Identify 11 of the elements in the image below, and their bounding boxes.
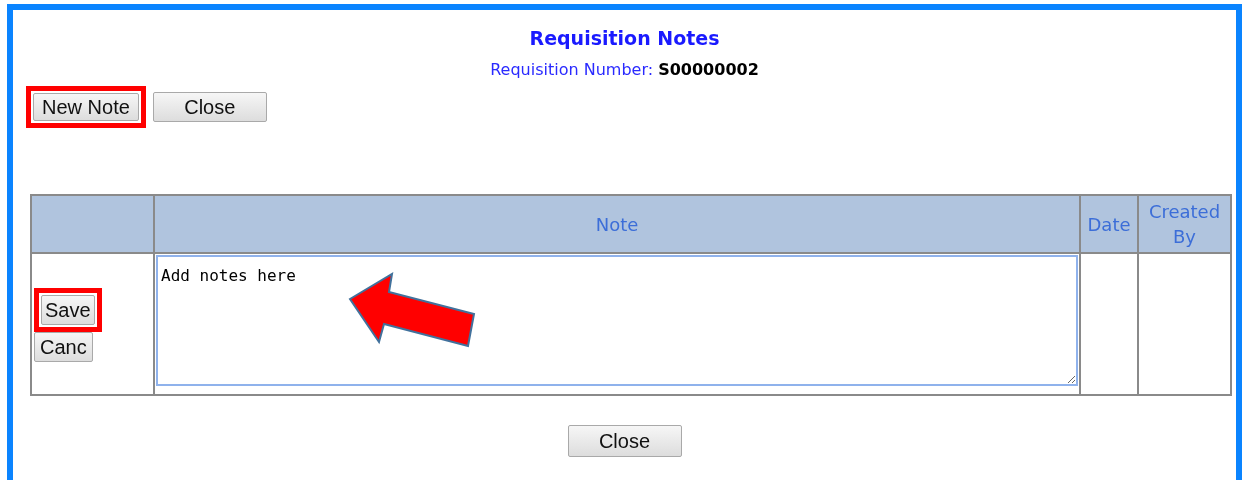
requisition-number: Requisition Number: S00000002 (489, 59, 760, 81)
button[interactable]: Close (152, 92, 267, 122)
column-header: Date (1080, 195, 1138, 253)
column-header: Created By (1138, 195, 1231, 253)
page-title: Requisition Notes (528, 26, 721, 51)
close-button[interactable]: Close (567, 425, 682, 457)
note-field[interactable]: Add notes here (156, 255, 1078, 386)
button[interactable]: New Note (33, 93, 139, 121)
button[interactable]: Save (41, 295, 95, 325)
button[interactable]: Canc (34, 332, 93, 362)
column-header: Note (154, 195, 1080, 253)
